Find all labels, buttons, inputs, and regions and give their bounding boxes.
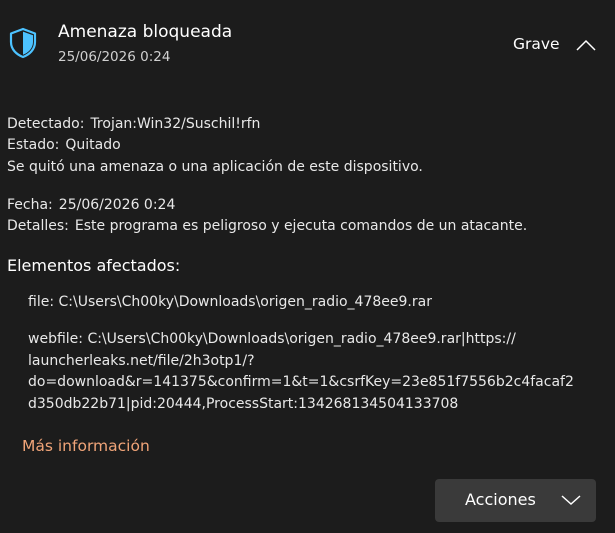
shield-icon: [9, 27, 37, 59]
status-label: Estado:: [7, 137, 60, 153]
details-value: Este programa es peligroso y ejecuta com…: [74, 218, 528, 234]
threat-header[interactable]: Amenaza bloqueada 25/06/2026 0:24 Grave: [0, 0, 615, 90]
actions-button[interactable]: Acciones: [435, 479, 596, 522]
date-label: Fecha:: [7, 197, 53, 213]
threat-date: 25/06/2026 0:24: [58, 49, 171, 65]
severity-label: Grave: [513, 35, 560, 53]
actions-label: Acciones: [465, 490, 536, 509]
affected-webfile-item: webfile: C:\Users\Ch00ky\Downloads\orige…: [28, 331, 574, 412]
date-row: Fecha: 25/06/2026 0:24: [7, 197, 175, 213]
threat-details-panel: Amenaza bloqueada 25/06/2026 0:24 Grave …: [0, 0, 615, 533]
affected-items-heading: Elementos afectados:: [7, 256, 181, 275]
status-row: Estado: Quitado: [7, 137, 121, 153]
status-message: Se quitó una amenaza o una aplicación de…: [7, 159, 423, 175]
detected-label: Detectado:: [7, 116, 85, 132]
threat-title: Amenaza bloqueada: [58, 22, 233, 42]
chevron-down-icon: [561, 495, 581, 506]
more-info-link[interactable]: Más información: [22, 437, 150, 455]
date-value: 25/06/2026 0:24: [58, 197, 176, 213]
detected-value: Trojan:Win32/Suschil!rfn: [90, 116, 261, 132]
details-label: Detalles:: [7, 218, 69, 234]
status-value: Quitado: [65, 137, 121, 153]
detected-row: Detectado: Trojan:Win32/Suschil!rfn: [7, 116, 260, 132]
chevron-up-icon[interactable]: [575, 38, 597, 52]
affected-file-item: file: C:\Users\Ch00ky\Downloads\origen_r…: [28, 294, 432, 310]
details-row: Detalles: Este programa es peligroso y ej…: [7, 218, 527, 234]
